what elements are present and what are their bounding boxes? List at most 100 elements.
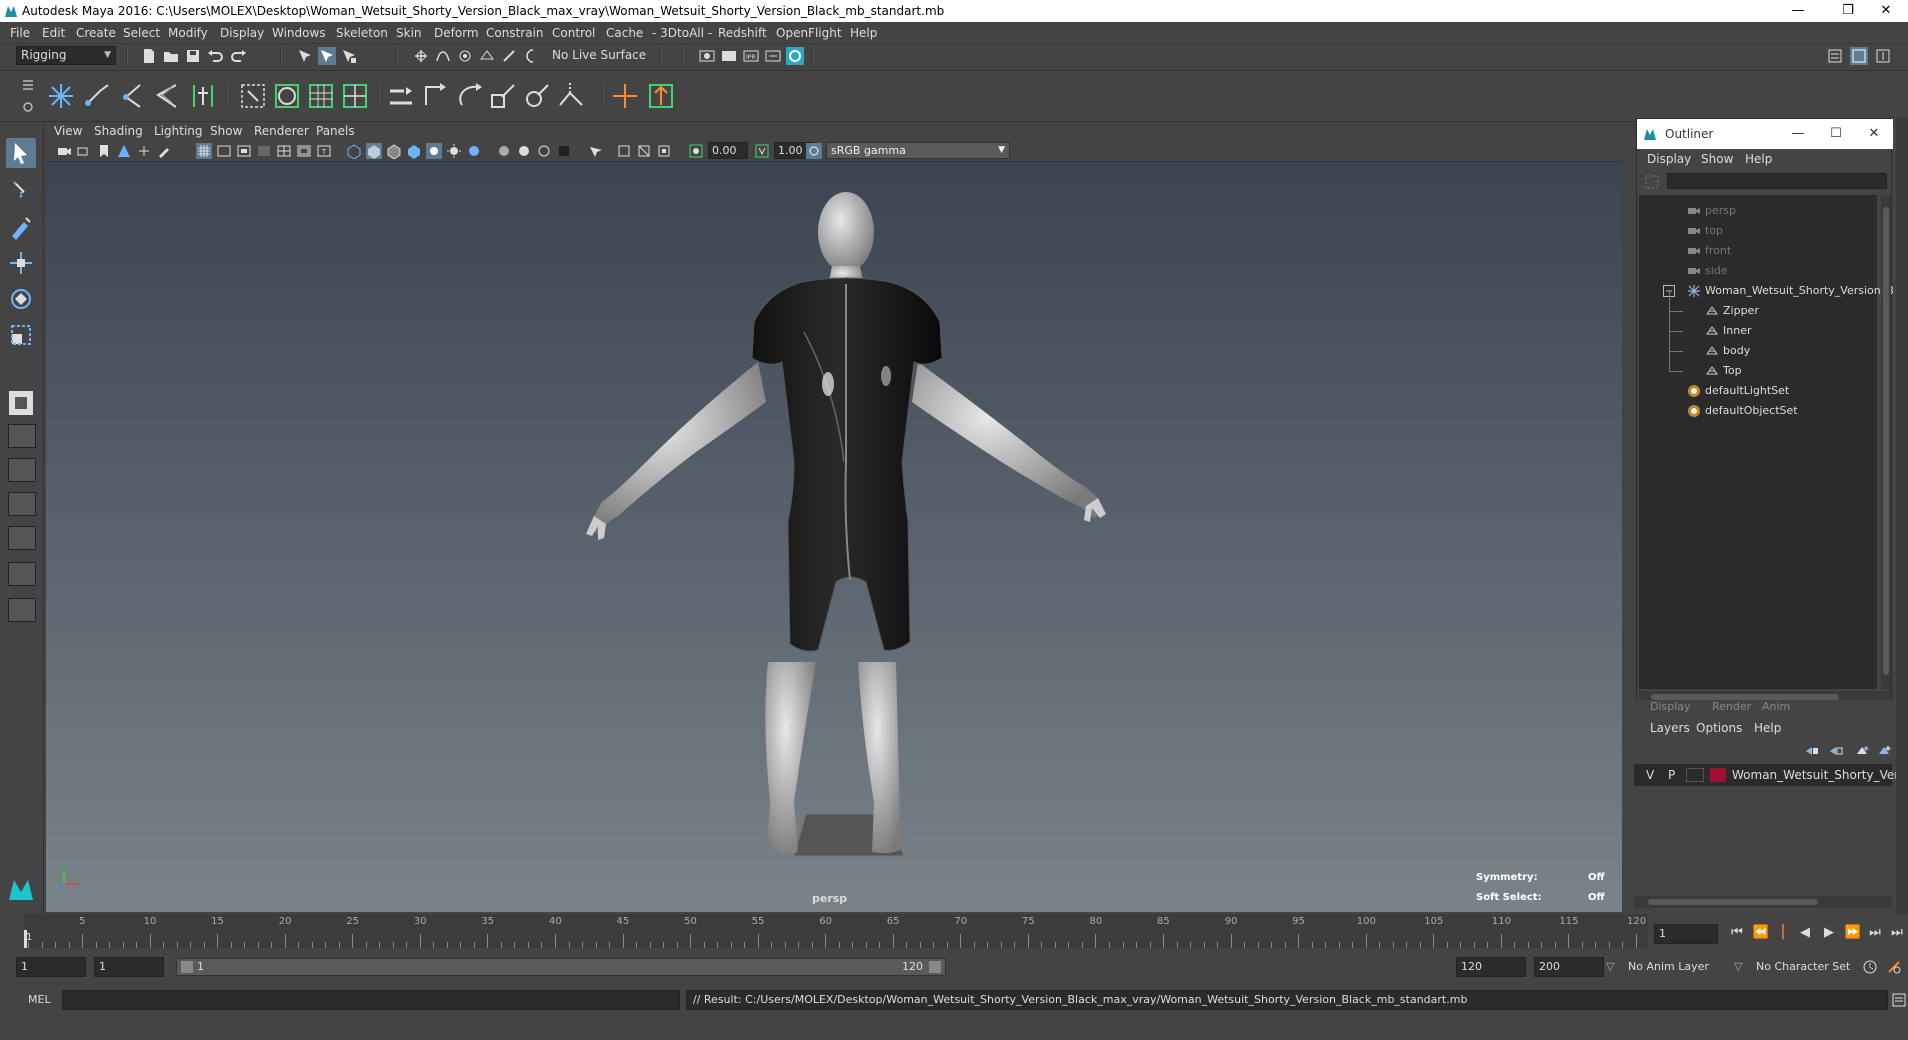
snap-live-surface-icon[interactable]	[524, 47, 542, 65]
wrap-deformer-icon[interactable]	[338, 79, 372, 113]
bind-skin-icon[interactable]	[236, 79, 270, 113]
outliner-menu-display[interactable]: Display	[1647, 149, 1691, 169]
lasso-tool-icon[interactable]	[6, 176, 36, 206]
textured-icon[interactable]	[406, 143, 422, 159]
range-slider[interactable]: 1 120	[176, 958, 946, 976]
menu-display[interactable]: Display	[220, 22, 264, 44]
outliner-item-zipper[interactable]: Zipper	[1639, 301, 1877, 321]
outliner-item-persp[interactable]: persp	[1639, 201, 1877, 221]
locator-icon[interactable]	[608, 79, 642, 113]
open-scene-icon[interactable]	[162, 47, 180, 65]
outliner-close-button[interactable]: ✕	[1859, 119, 1889, 149]
snap-view-plane-icon[interactable]	[478, 47, 496, 65]
menu-constrain[interactable]: Constrain	[486, 22, 544, 44]
step-back-key-icon[interactable]: ⏪	[1752, 924, 1770, 942]
character-set-chevron-icon[interactable]: ▽	[1734, 958, 1742, 976]
select-hierarchy-icon[interactable]	[296, 47, 314, 65]
playback-end-field[interactable]: 120	[1456, 957, 1526, 977]
layer-menu-layers[interactable]: Layers	[1650, 720, 1690, 736]
tool-settings-icon[interactable]	[1874, 47, 1892, 65]
select-component-icon[interactable]	[340, 47, 358, 65]
outliner-item-woman-wetsuit-group[interactable]: Woman_Wetsuit_Shorty_Version_B	[1639, 281, 1894, 301]
ipr-render-icon[interactable]: IPR	[742, 47, 760, 65]
step-forward-key-icon[interactable]: ⏩	[1844, 924, 1862, 942]
auto-key-icon[interactable]	[1862, 959, 1878, 975]
menu-openflight[interactable]: OpenFlight	[776, 22, 842, 44]
anim-layer-chevron-icon[interactable]: ▽	[1606, 958, 1614, 976]
select-object-icon[interactable]	[318, 47, 336, 65]
close-button[interactable]: ✕	[1864, 0, 1908, 22]
animation-start-field[interactable]: 1	[16, 957, 86, 977]
move-tool-icon[interactable]	[6, 248, 36, 278]
image-plane-icon[interactable]	[116, 143, 132, 159]
save-scene-icon[interactable]	[184, 47, 202, 65]
snap-grid-icon[interactable]	[412, 47, 430, 65]
outliner-menu-show[interactable]: Show	[1701, 149, 1733, 169]
scrollbar-thumb[interactable]	[1883, 207, 1889, 675]
scale-constraint-icon[interactable]	[486, 79, 520, 113]
menu-help[interactable]: Help	[850, 22, 877, 44]
panel-menu-shading[interactable]: Shading	[94, 122, 143, 140]
safe-action-icon[interactable]	[296, 143, 312, 159]
gamma-icon[interactable]	[754, 143, 770, 159]
shadows-icon[interactable]	[446, 143, 462, 159]
layout-hypershade-button[interactable]	[8, 562, 36, 586]
ik-handle-icon[interactable]	[80, 79, 114, 113]
channel-box-icon[interactable]	[1850, 47, 1868, 65]
xray-icon[interactable]	[586, 143, 602, 159]
bookmark-icon[interactable]	[96, 143, 112, 159]
scrollbar-thumb[interactable]	[1648, 899, 1818, 905]
panel-menu-panels[interactable]: Panels	[316, 122, 355, 140]
outliner-item-top-mesh[interactable]: Top	[1639, 361, 1877, 381]
go-to-end-icon[interactable]: ⏭	[1888, 924, 1906, 942]
shelf-settings-icon[interactable]	[20, 99, 36, 115]
grease-pencil-icon[interactable]	[156, 143, 172, 159]
layer-row[interactable]: V P Woman_Wetsuit_Shorty_Version	[1634, 764, 1908, 786]
outliner-search-input[interactable]	[1667, 173, 1887, 189]
xray-joints-icon[interactable]	[616, 143, 632, 159]
field-chart-icon[interactable]	[276, 143, 292, 159]
backface-culling-icon[interactable]	[656, 143, 672, 159]
screen-space-ao-icon[interactable]	[466, 143, 482, 159]
joint-tool-icon[interactable]	[44, 79, 78, 113]
hypershade-icon[interactable]	[786, 47, 804, 65]
resolution-gate-icon[interactable]	[236, 143, 252, 159]
menu-deform[interactable]: Deform	[434, 22, 479, 44]
layer-visibility-toggle[interactable]: V	[1646, 764, 1654, 786]
2d-pan-zoom-icon[interactable]	[136, 143, 152, 159]
make-live-icon[interactable]	[500, 47, 518, 65]
outliner-item-side[interactable]: side	[1639, 261, 1877, 281]
persp-viewport[interactable]: persp Symmetry: Off Soft Select: Off	[46, 162, 1622, 912]
outliner-item-front[interactable]: front	[1639, 241, 1877, 261]
step-back-frame-icon[interactable]: ⎮	[1774, 924, 1792, 942]
layout-persp-graph-button[interactable]	[8, 526, 36, 550]
exposure-icon[interactable]	[688, 143, 704, 159]
menu-select[interactable]: Select	[123, 22, 160, 44]
menu-set-selector[interactable]: Rigging ▼	[16, 46, 116, 65]
ik-spline-icon[interactable]	[116, 79, 150, 113]
current-frame-field[interactable]: 1	[1654, 924, 1718, 944]
orient-constraint-icon[interactable]	[452, 79, 486, 113]
lattice-icon[interactable]	[304, 79, 338, 113]
command-input[interactable]	[62, 990, 680, 1010]
isolate-select-icon[interactable]	[556, 143, 572, 159]
outliner-item-body[interactable]: body	[1639, 341, 1877, 361]
layout-persp-outliner-button[interactable]	[8, 492, 36, 516]
menu-windows[interactable]: Windows	[272, 22, 326, 44]
panel-menu-lighting[interactable]: Lighting	[154, 122, 203, 140]
live-surface-label[interactable]: No Live Surface	[552, 46, 646, 65]
wireframe-icon[interactable]	[346, 143, 362, 159]
character-set-select[interactable]: No Character Set	[1756, 958, 1850, 976]
outliner-item-top[interactable]: top	[1639, 221, 1877, 241]
play-forwards-icon[interactable]: ▶	[1820, 924, 1838, 942]
curve-ik-icon[interactable]	[150, 79, 184, 113]
menu-create[interactable]: Create	[76, 22, 116, 44]
menu-control[interactable]: Control	[552, 22, 595, 44]
render-settings-icon[interactable]	[764, 47, 782, 65]
menu-skin[interactable]: Skin	[396, 22, 422, 44]
pole-vector-constraint-icon[interactable]	[554, 79, 588, 113]
attribute-editor-tab-strip[interactable]	[1896, 118, 1908, 914]
redo-icon[interactable]	[230, 47, 248, 65]
menu-redshift[interactable]: Redshift	[718, 22, 767, 44]
depth-of-field-icon[interactable]	[536, 143, 552, 159]
